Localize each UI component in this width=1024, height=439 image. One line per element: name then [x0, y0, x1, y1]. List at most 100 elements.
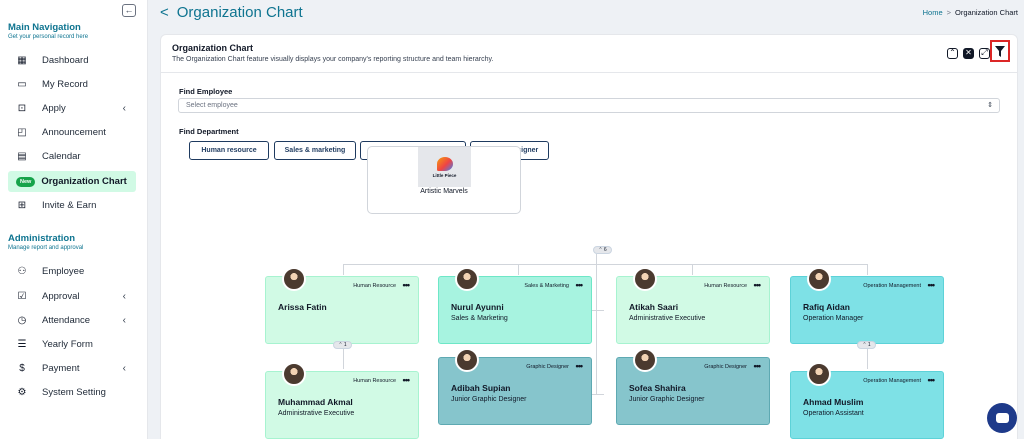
org-node[interactable]: Human Resource ••• Muhammad Akmal Admini…: [265, 362, 419, 439]
node-department: Sales & Marketing: [524, 283, 569, 289]
employee-select[interactable]: Select employee ⇕: [178, 98, 1000, 113]
sidebar: ← Main Navigation Get your personal reco…: [0, 0, 148, 439]
node-name: Nurul Ayunni: [451, 302, 504, 312]
sidebar-item-label: Approval: [42, 291, 80, 302]
node-department: Human Resource: [353, 283, 396, 289]
dept-button-sales-marketing[interactable]: Sales & marketing: [274, 141, 356, 160]
sidebar-item-label: System Setting: [42, 387, 106, 398]
expand-count-button[interactable]: ⌃ 6: [593, 246, 612, 254]
new-badge: New: [16, 176, 36, 187]
sidebar-item-attendance[interactable]: ◷ Attendance ‹: [8, 310, 136, 331]
company-logo: Little Piece: [418, 147, 471, 187]
org-node[interactable]: Operation Management ••• Ahmad Muslim Op…: [790, 362, 944, 439]
sidebar-item-label: Dashboard: [42, 55, 89, 66]
form-icon: ☰: [17, 339, 27, 350]
more-options-icon[interactable]: •••: [576, 361, 584, 371]
sidebar-item-apply[interactable]: ⊡ Apply ‹: [8, 98, 136, 119]
org-node[interactable]: Graphic Designer ••• Adibah Supian Junio…: [438, 348, 592, 425]
approval-icon: ☑: [17, 291, 27, 302]
node-name: Muhammad Akmal: [278, 397, 353, 407]
dept-button-human-resource[interactable]: Human resource: [189, 141, 269, 160]
connector-line: [590, 394, 604, 395]
sidebar-item-label: My Record: [42, 79, 88, 90]
expand-all-icon[interactable]: ✕: [963, 48, 974, 59]
sidebar-item-label: Payment: [42, 363, 80, 374]
more-options-icon[interactable]: •••: [403, 280, 411, 290]
avatar: [455, 267, 479, 291]
dashboard-icon: ▦: [17, 55, 27, 66]
connector-line: [867, 264, 868, 275]
avatar: [807, 267, 831, 291]
org-root-node[interactable]: Little Piece Artistic Marvels: [367, 146, 521, 214]
expand-count-button[interactable]: ⌃ 1: [333, 341, 352, 349]
filter-icon: [995, 45, 1005, 57]
expand-count-button[interactable]: ⌃ 1: [857, 341, 876, 349]
sidebar-item-approval[interactable]: ☑ Approval ‹: [8, 286, 136, 307]
sidebar-item-yearly-form[interactable]: ☰ Yearly Form: [8, 334, 136, 355]
avatar: [807, 362, 831, 386]
admin-title: Administration: [8, 233, 76, 244]
node-department: Human Resource: [353, 378, 396, 384]
node-name: Sofea Shahira: [629, 383, 686, 393]
page-title-text: Organization Chart: [176, 4, 303, 21]
sidebar-item-dashboard[interactable]: ▦ Dashboard: [8, 50, 136, 71]
chevron-left-icon: ‹: [122, 363, 126, 374]
announcement-icon: ◰: [17, 127, 27, 138]
folder-icon: ▭: [17, 79, 27, 90]
more-options-icon[interactable]: •••: [754, 361, 762, 371]
gift-icon: ⊞: [17, 200, 27, 211]
back-chevron-icon[interactable]: <: [160, 4, 169, 21]
sidebar-item-payment[interactable]: $ Payment ‹: [8, 358, 136, 379]
chat-button[interactable]: [987, 403, 1017, 433]
connector-line: [343, 264, 868, 265]
connector-line: [590, 310, 604, 311]
admin-subtitle: Manage report and approval: [8, 245, 84, 251]
chat-icon: [995, 413, 1009, 423]
avatar: [633, 267, 657, 291]
org-node[interactable]: Human Resource ••• Atikah Saari Administ…: [616, 267, 770, 344]
node-role: Administrative Executive: [278, 410, 355, 417]
apply-icon: ⊡: [17, 103, 27, 114]
chevron-updown-icon: ⇕: [987, 102, 993, 109]
node-name: Arissa Fatin: [278, 302, 327, 312]
sidebar-item-label: Yearly Form: [42, 339, 93, 350]
more-options-icon[interactable]: •••: [576, 280, 584, 290]
breadcrumb-home[interactable]: Home: [923, 8, 943, 17]
root-name: Artistic Marvels: [420, 188, 468, 195]
breadcrumb-separator-icon: >: [946, 8, 952, 17]
gear-icon: ⚙: [17, 387, 27, 398]
find-employee-label: Find Employee: [179, 87, 233, 96]
sidebar-item-employee[interactable]: ⚇ Employee: [8, 261, 136, 282]
sidebar-item-label: Apply: [42, 103, 66, 114]
sidebar-item-organization-chart[interactable]: New Organization Chart: [8, 171, 136, 192]
org-node[interactable]: Operation Management ••• Rafiq Aidan Ope…: [790, 267, 944, 344]
page-title: < Organization Chart: [160, 4, 303, 21]
org-node[interactable]: Human Resource ••• Arissa Fatin: [265, 267, 419, 344]
sidebar-item-label: Attendance: [42, 315, 91, 326]
more-options-icon[interactable]: •••: [403, 375, 411, 385]
main-nav-title: Main Navigation: [8, 22, 81, 33]
more-options-icon[interactable]: •••: [928, 280, 936, 290]
node-name: Adibah Supian: [451, 383, 511, 393]
collapse-icon[interactable]: ⌃: [947, 48, 958, 59]
org-node[interactable]: Graphic Designer ••• Sofea Shahira Junio…: [616, 348, 770, 425]
breadcrumb: Home > Organization Chart: [923, 8, 1018, 17]
sidebar-item-my-record[interactable]: ▭ My Record: [8, 74, 136, 95]
fullscreen-icon[interactable]: ⤢: [979, 48, 990, 59]
divider: [161, 72, 1017, 73]
sidebar-item-label: Announcement: [42, 127, 106, 138]
sidebar-item-announcement[interactable]: ◰ Announcement: [8, 122, 136, 143]
sidebar-item-system-setting[interactable]: ⚙ System Setting: [8, 382, 136, 403]
sidebar-item-invite-earn[interactable]: ⊞ Invite & Earn: [8, 195, 136, 216]
calendar-icon: ▤: [17, 151, 27, 162]
avatar: [282, 362, 306, 386]
collapse-left-icon[interactable]: ←: [122, 4, 136, 17]
org-node[interactable]: Sales & Marketing ••• Nurul Ayunni Sales…: [438, 267, 592, 344]
node-role: Sales & Marketing: [451, 315, 508, 322]
more-options-icon[interactable]: •••: [928, 375, 936, 385]
connector-line: [343, 264, 344, 275]
sidebar-item-calendar[interactable]: ▤ Calendar: [8, 146, 136, 167]
breadcrumb-current: Organization Chart: [955, 8, 1018, 17]
filter-button[interactable]: [990, 40, 1010, 62]
more-options-icon[interactable]: •••: [754, 280, 762, 290]
